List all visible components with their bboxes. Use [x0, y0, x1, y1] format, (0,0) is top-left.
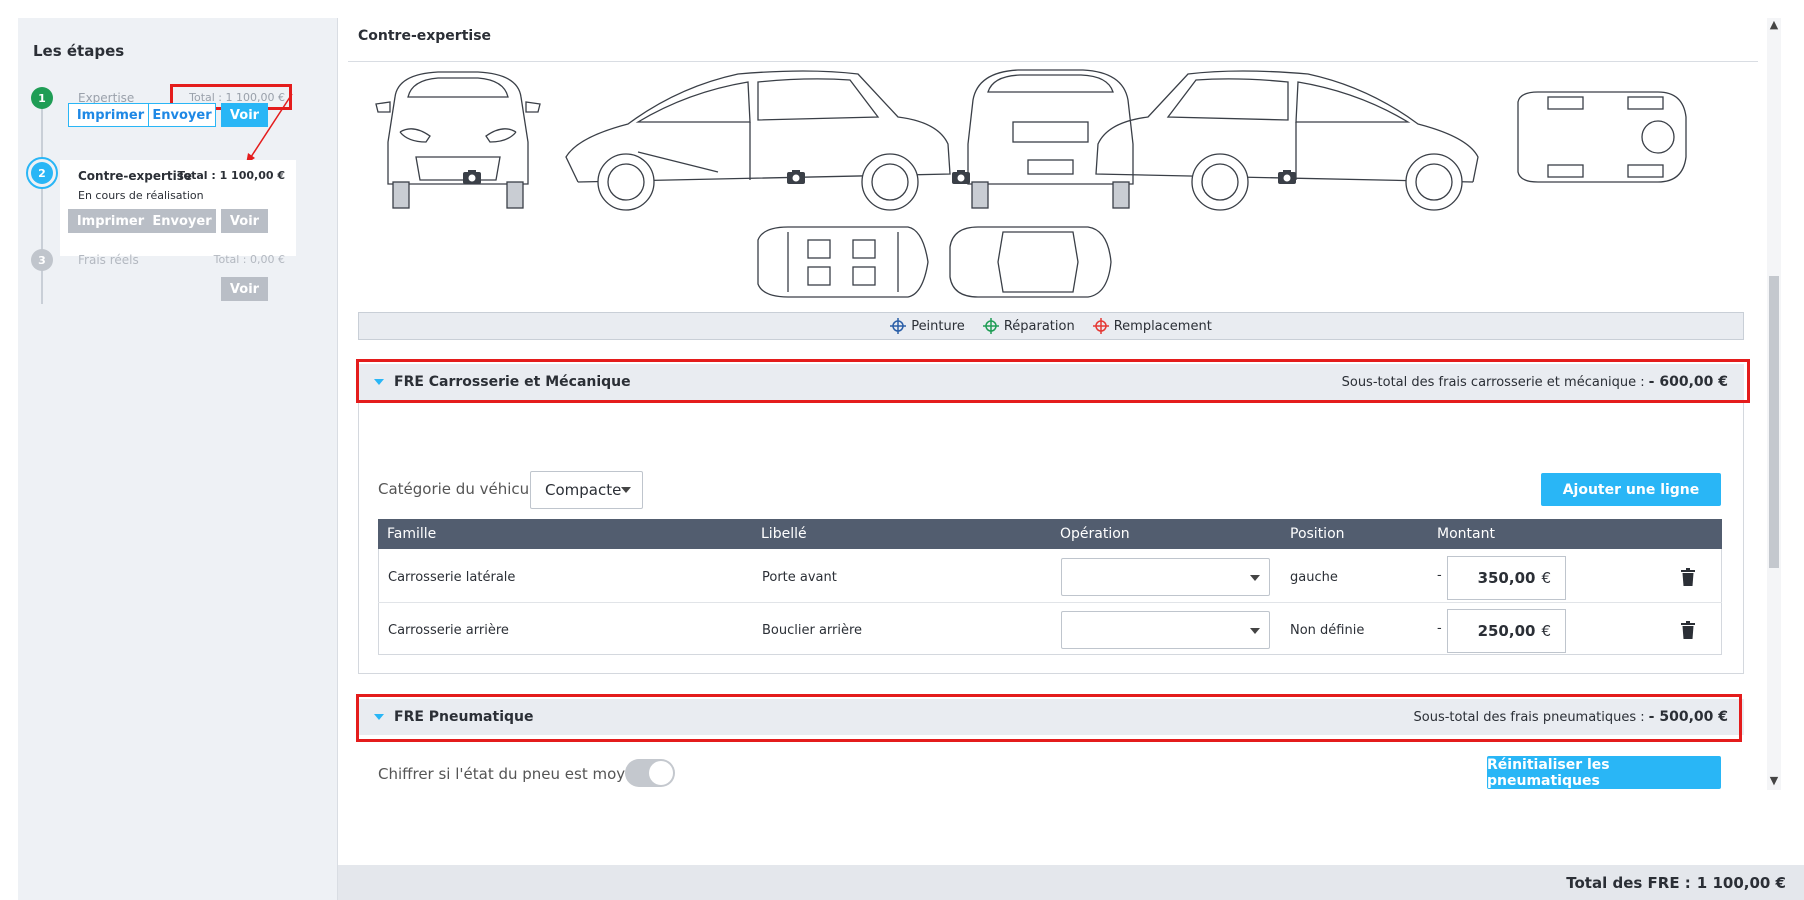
row-1-libelle: Porte avant [762, 570, 837, 585]
toggle-knob [649, 761, 673, 785]
crosshair-icon [982, 318, 999, 334]
row-1-amount: 350,00 [1477, 569, 1536, 587]
chevron-down-icon [621, 487, 632, 493]
pneumatique-highlight [356, 694, 1742, 742]
col-famille: Famille [387, 526, 437, 542]
row-1-position: gauche [1290, 570, 1338, 585]
car-side-left-view [565, 70, 951, 211]
main-scrollbar[interactable]: ▲ ▼ [1767, 18, 1781, 790]
chevron-down-icon [1250, 575, 1260, 581]
car-interior-view [757, 226, 929, 298]
trash-icon[interactable] [1681, 568, 1695, 586]
step-2-print-button[interactable]: Imprimer [68, 209, 153, 233]
tyre-toggle-label: Chiffrer si l'état du pneu est moyen [378, 765, 644, 783]
row-2-famille: Carrosserie arrière [388, 623, 509, 638]
vehicle-category-value: Compacte [545, 481, 622, 499]
step-2-name: Contre-expertise [78, 169, 193, 183]
cost-table-header: Famille Libellé Opération Position Monta… [378, 519, 1722, 549]
car-front-view [375, 71, 541, 209]
step-3-number: 3 [31, 249, 53, 271]
scrollbar-thumb[interactable] [1769, 276, 1779, 568]
step-1-print-button[interactable]: Imprimer [68, 103, 153, 127]
reset-tyres-button[interactable]: Réinitialiser les pneumatiques [1487, 756, 1721, 789]
row-1-operation-select[interactable] [1061, 558, 1270, 596]
legend-replace-label: Remplacement [1113, 318, 1212, 334]
step-3-view-button[interactable]: Voir [221, 277, 268, 301]
camera-icon[interactable] [1277, 169, 1297, 185]
footer-total-bar: Total des FRE : 1 100,00 € [338, 865, 1804, 900]
legend-replace: Remplacement [1092, 318, 1212, 334]
main-content: Contre-expertise Peinture Réparation Rem… [338, 18, 1766, 790]
legend-paint: Peinture [890, 318, 965, 334]
col-position: Position [1290, 526, 1345, 542]
step-2-send-button[interactable]: Envoyer [148, 209, 216, 233]
camera-icon[interactable] [462, 169, 482, 185]
camera-icon[interactable] [951, 169, 971, 185]
legend-repair-label: Réparation [1003, 318, 1075, 334]
row-2-currency: € [1541, 622, 1551, 640]
row-divider [378, 602, 1722, 603]
row-1-sign: - [1437, 568, 1442, 583]
row-1-currency: € [1541, 569, 1551, 587]
footer-total-value: 1 100,00 € [1696, 873, 1786, 892]
col-montant: Montant [1437, 526, 1495, 542]
row-1-famille: Carrosserie latérale [388, 570, 516, 585]
page-title: Contre-expertise [358, 28, 492, 44]
crosshair-icon [1092, 318, 1109, 334]
step-2-status: En cours de réalisation [78, 189, 204, 202]
vehicle-category-select[interactable]: Compacte [530, 471, 643, 509]
tyre-condition-toggle[interactable] [625, 759, 675, 787]
row-2-libelle: Bouclier arrière [762, 623, 863, 638]
step-2-total: Total : 1 100,00 € [177, 169, 285, 182]
row-1-amount-input[interactable]: 350,00 € [1447, 556, 1566, 600]
row-2-operation-select[interactable] [1061, 611, 1270, 649]
add-line-button[interactable]: Ajouter une ligne [1541, 473, 1721, 506]
crosshair-icon [890, 318, 907, 334]
step-2-number: 2 [31, 162, 53, 184]
legend-repair: Réparation [982, 318, 1075, 334]
sidebar-title: Les étapes [33, 42, 125, 60]
row-2-amount-input[interactable]: 250,00 € [1447, 609, 1566, 653]
camera-icon[interactable] [786, 169, 806, 185]
car-rear-view [967, 69, 1134, 209]
steps-timeline-line [41, 104, 43, 304]
vehicle-category-label: Catégorie du véhicule [378, 480, 543, 498]
trash-icon[interactable] [1681, 621, 1695, 639]
row-2-sign: - [1437, 621, 1442, 636]
scroll-down-icon[interactable]: ▼ [1768, 774, 1780, 790]
step-1-send-button[interactable]: Envoyer [148, 103, 216, 127]
car-side-right-view [1095, 70, 1479, 211]
col-libelle: Libellé [761, 526, 807, 542]
col-operation: Opération [1060, 526, 1130, 542]
row-2-position: Non définie [1290, 623, 1365, 638]
carrosserie-highlight [356, 359, 1750, 403]
step-1-number: 1 [31, 87, 53, 109]
legend-paint-label: Peinture [911, 318, 965, 334]
step-3-total: Total : 0,00 € [213, 253, 285, 266]
car-roof-view [949, 226, 1112, 298]
row-2-amount: 250,00 [1477, 622, 1536, 640]
damage-legend: Peinture Réparation Remplacement [358, 312, 1744, 340]
steps-sidebar: Les étapes 1 Expertise Total : 1 100,00 … [18, 18, 338, 900]
scroll-up-icon[interactable]: ▲ [1768, 18, 1780, 34]
footer-total-label: Total des FRE : [1566, 873, 1691, 892]
step-2-view-button[interactable]: Voir [221, 209, 268, 233]
car-top-view [1517, 91, 1687, 183]
step-3-name: Frais réels [78, 253, 139, 267]
chevron-down-icon [1250, 628, 1260, 634]
